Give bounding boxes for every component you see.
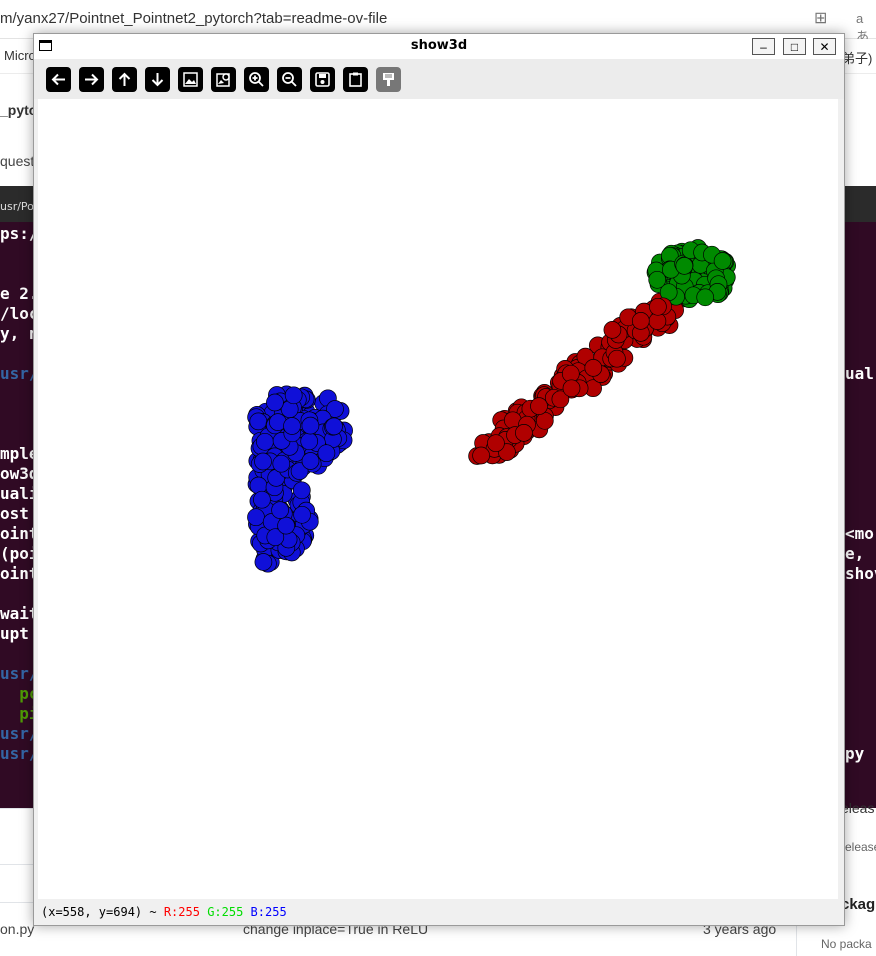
- image-icon: [183, 72, 198, 87]
- point: [283, 417, 301, 435]
- green-value: G:255: [207, 905, 244, 919]
- point: [300, 432, 319, 451]
- point: [472, 446, 490, 465]
- save-icon: [315, 72, 330, 87]
- cursor-coordinates: (x=558, y=694) ~: [41, 905, 164, 919]
- down-button[interactable]: [145, 67, 170, 92]
- point: [249, 412, 268, 431]
- forward-button[interactable]: [79, 67, 104, 92]
- bookmark-item[interactable]: 弟子): [842, 48, 872, 67]
- point: [254, 553, 273, 571]
- point: [648, 270, 667, 289]
- point: [253, 490, 271, 509]
- point: [325, 417, 343, 436]
- terminal-line: <mo: [845, 524, 874, 543]
- terminal-line: ual: [845, 364, 874, 383]
- minimize-icon: ‒: [760, 39, 767, 54]
- zoom-in-icon: [249, 72, 264, 87]
- save-button[interactable]: [310, 67, 335, 92]
- point-cloud-canvas[interactable]: [38, 99, 838, 899]
- point: [271, 501, 289, 519]
- point: [317, 444, 336, 463]
- window-title: show3d: [410, 38, 468, 53]
- point: [301, 452, 320, 470]
- point: [584, 359, 603, 377]
- maximize-button[interactable]: □: [783, 38, 806, 55]
- back-icon: [51, 73, 65, 86]
- point: [254, 452, 272, 471]
- red-value: R:255: [163, 905, 200, 919]
- point: [272, 454, 291, 473]
- browser-url[interactable]: m/yanx27/Pointnet_Pointnet2_pytorch?tab=…: [0, 10, 387, 27]
- no-packages-text: No packa: [821, 937, 872, 951]
- point: [277, 516, 295, 535]
- releases-fragment[interactable]: eleas: [841, 800, 874, 816]
- back-button[interactable]: [46, 67, 71, 92]
- point: [603, 321, 622, 339]
- forward-icon: [85, 73, 99, 86]
- clipboard-button[interactable]: [343, 67, 368, 92]
- point: [266, 393, 284, 412]
- minimize-button[interactable]: ‒: [752, 38, 775, 55]
- point: [487, 434, 505, 453]
- terminal-line: e,: [845, 544, 865, 563]
- toolbar: [34, 59, 844, 99]
- down-icon: [151, 73, 164, 87]
- image-button[interactable]: [178, 67, 203, 92]
- point: [675, 257, 694, 275]
- zoom-out-button[interactable]: [277, 67, 302, 92]
- image-search-icon: [216, 73, 230, 87]
- up-button[interactable]: [112, 67, 137, 92]
- repo-name-fragment[interactable]: _pytc: [0, 102, 37, 118]
- close-button[interactable]: ✕: [813, 38, 836, 55]
- zoom-out-icon: [282, 72, 297, 87]
- file-name[interactable]: on.py: [0, 921, 34, 937]
- point: [256, 432, 274, 451]
- point: [293, 505, 311, 524]
- maximize-icon: □: [790, 39, 799, 54]
- point: [515, 424, 533, 442]
- properties-icon: [383, 73, 394, 86]
- point: [631, 312, 650, 330]
- window-titlebar[interactable]: show3d ‒ □ ✕: [34, 34, 844, 59]
- point: [301, 416, 320, 435]
- status-bar: (x=558, y=694) ~ R:255 G:255 B:255: [34, 900, 844, 924]
- close-icon: ✕: [819, 39, 830, 54]
- blue-value: B:255: [250, 905, 287, 919]
- up-icon: [118, 72, 131, 86]
- terminal-title: usr/Po: [0, 200, 34, 213]
- clipboard-icon: [349, 72, 362, 87]
- packages-heading: ckag: [841, 896, 876, 913]
- terminal-line: py: [845, 744, 865, 763]
- zoom-in-button[interactable]: [244, 67, 269, 92]
- point: [696, 288, 715, 307]
- split-view-icon[interactable]: ⊞: [814, 8, 827, 28]
- point: [247, 508, 265, 527]
- point: [284, 386, 303, 405]
- point: [649, 297, 667, 316]
- show3d-window: show3d ‒ □ ✕ (x=558, y=694) ~ R:255 G:25…: [33, 33, 845, 926]
- point: [530, 397, 548, 415]
- properties-button[interactable]: [376, 67, 401, 92]
- point-cloud-view: [247, 239, 736, 573]
- terminal-line: shov: [845, 564, 876, 583]
- point: [713, 252, 732, 270]
- point: [608, 349, 626, 368]
- bookmark-item[interactable]: Micro: [4, 48, 36, 63]
- point: [292, 481, 311, 500]
- releases-fragment-2: release: [841, 840, 876, 854]
- image-search-button[interactable]: [211, 67, 236, 92]
- point: [562, 379, 581, 398]
- tab-fragment[interactable]: quest: [0, 153, 34, 169]
